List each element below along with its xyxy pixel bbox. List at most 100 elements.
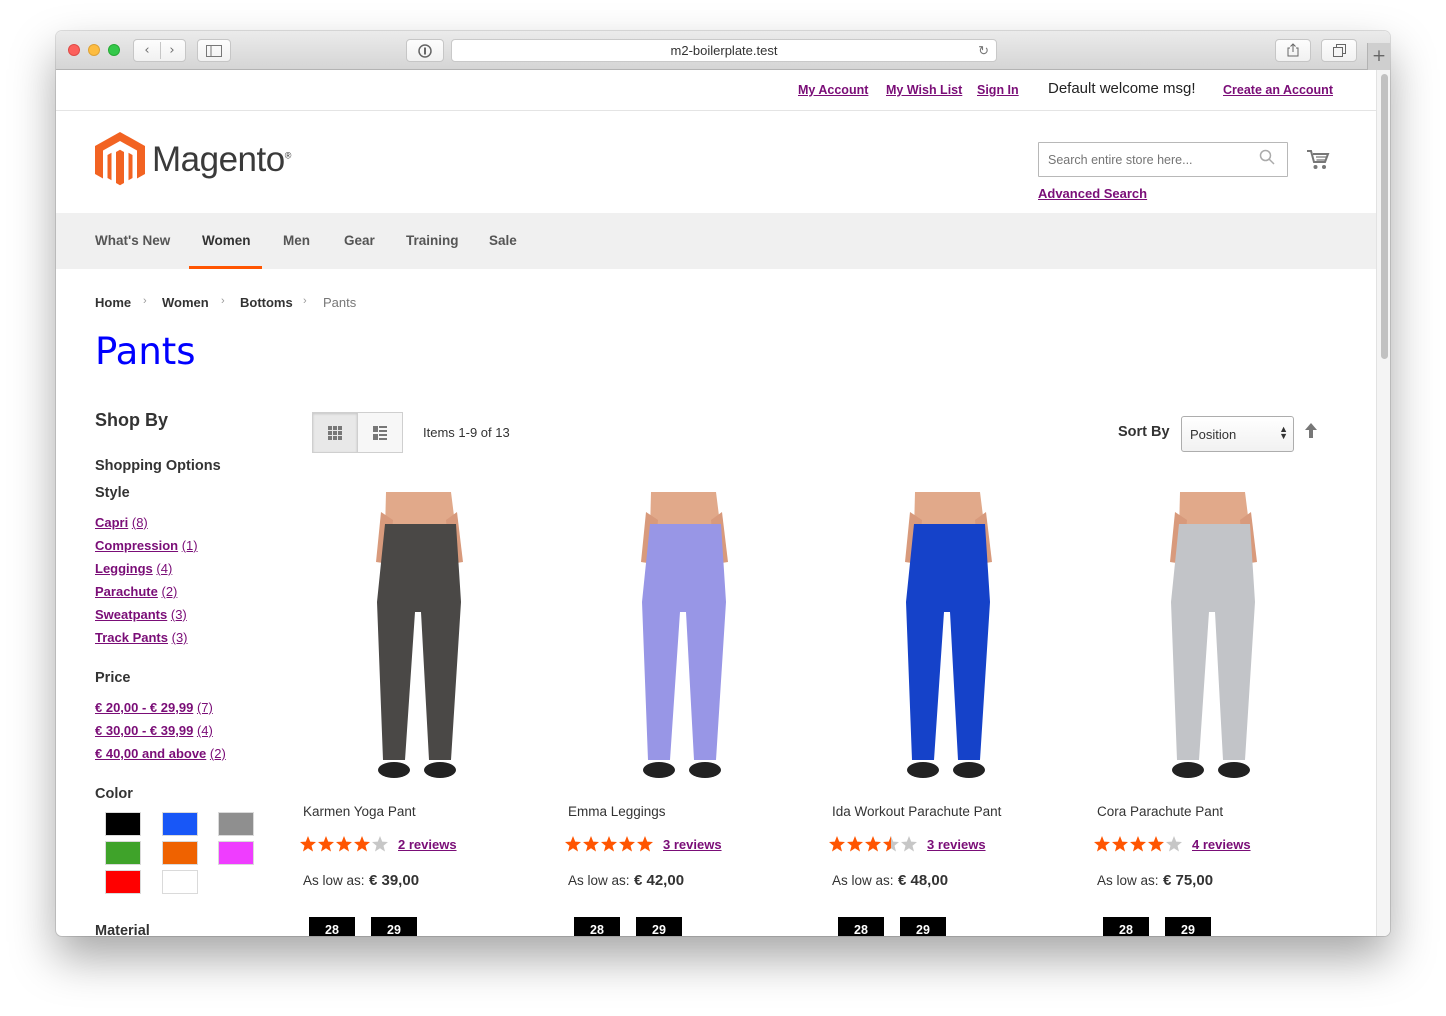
- select-arrows-icon: ▲ ▼: [1279, 424, 1288, 441]
- my-wish-list-link[interactable]: My Wish List: [886, 83, 962, 97]
- nav-training[interactable]: Training: [406, 233, 459, 248]
- advanced-search-link[interactable]: Advanced Search: [1038, 186, 1147, 201]
- chevron-right-icon: ›: [221, 295, 225, 307]
- store-logo[interactable]: Magento®: [95, 132, 295, 190]
- shopping-options-heading: Shopping Options: [95, 458, 221, 474]
- page-viewport: My Account My Wish List Sign In Default …: [56, 70, 1390, 936]
- breadcrumb-home[interactable]: Home: [95, 295, 131, 310]
- material-filter-heading: Material: [95, 923, 150, 936]
- filter-price-40-above[interactable]: € 40,00 and above (2): [95, 746, 226, 761]
- sidebar-toggle-button[interactable]: [197, 39, 231, 62]
- size-swatch-29[interactable]: 29: [900, 917, 946, 936]
- nav-whats-new[interactable]: What's New: [95, 233, 170, 248]
- size-swatch-28[interactable]: 28: [309, 917, 355, 936]
- cart-icon[interactable]: [1306, 148, 1330, 172]
- product-name[interactable]: Emma Leggings: [568, 804, 666, 819]
- search-icon[interactable]: [1259, 149, 1275, 165]
- color-swatch-gray[interactable]: [218, 812, 254, 836]
- product-price: As low as: € 39,00: [303, 872, 419, 890]
- product-reviews-link[interactable]: 3 reviews: [927, 837, 986, 852]
- size-swatch-29[interactable]: 29: [636, 917, 682, 936]
- style-filter-heading: Style: [95, 485, 130, 501]
- size-swatch-29[interactable]: 29: [1165, 917, 1211, 936]
- back-button[interactable]: ‹: [135, 40, 160, 61]
- sort-by-label: Sort By: [1118, 424, 1170, 440]
- product-image[interactable]: [1095, 492, 1327, 790]
- address-bar[interactable]: m2-boilerplate.test ↻: [451, 39, 997, 62]
- nav-women[interactable]: Women: [202, 233, 251, 248]
- reload-icon[interactable]: ↻: [978, 40, 989, 61]
- sort-direction-arrow-icon[interactable]: [1304, 422, 1318, 440]
- main-navigation: What's New Women Men Gear Training Sale: [56, 213, 1376, 269]
- scrollbar-thumb[interactable]: [1381, 74, 1388, 359]
- size-swatch-29[interactable]: 29: [371, 917, 417, 936]
- product-image[interactable]: [830, 492, 1062, 790]
- color-swatch-orange[interactable]: [162, 841, 198, 865]
- grid-view-button[interactable]: [312, 412, 358, 453]
- color-swatch-purple[interactable]: [218, 841, 254, 865]
- filter-style-capri[interactable]: Capri (8): [95, 515, 148, 530]
- search-input[interactable]: [1039, 143, 1254, 176]
- color-swatch-white[interactable]: [162, 870, 198, 894]
- size-swatch-28[interactable]: 28: [1103, 917, 1149, 936]
- color-swatch-black[interactable]: [105, 812, 141, 836]
- product-name[interactable]: Cora Parachute Pant: [1097, 804, 1223, 819]
- sign-in-link[interactable]: Sign In: [977, 83, 1019, 97]
- product-name[interactable]: Karmen Yoga Pant: [303, 804, 416, 819]
- price-label: As low as:: [303, 873, 365, 888]
- product-reviews-link[interactable]: 4 reviews: [1192, 837, 1251, 852]
- product-name[interactable]: Ida Workout Parachute Pant: [832, 804, 1001, 819]
- my-account-link[interactable]: My Account: [798, 83, 868, 97]
- list-icon: [373, 426, 387, 440]
- new-tab-button[interactable]: +: [1367, 43, 1390, 70]
- product-image[interactable]: [301, 492, 533, 790]
- filter-style-track-pants[interactable]: Track Pants (3): [95, 630, 188, 645]
- breadcrumb-pants: Pants: [323, 295, 357, 310]
- nav-sale[interactable]: Sale: [489, 233, 517, 248]
- product-reviews-link[interactable]: 3 reviews: [663, 837, 722, 852]
- show-tabs-button[interactable]: [1321, 39, 1357, 62]
- sort-by-select[interactable]: Position ▲ ▼: [1181, 416, 1294, 452]
- filter-style-parachute[interactable]: Parachute (2): [95, 584, 177, 599]
- rating-stars-icon: [829, 836, 917, 852]
- create-account-link[interactable]: Create an Account: [1223, 83, 1333, 97]
- filter-style-sweatpants[interactable]: Sweatpants (3): [95, 607, 187, 622]
- breadcrumb-bottoms[interactable]: Bottoms: [240, 295, 293, 310]
- rating-stars-icon: [300, 836, 388, 852]
- product-image[interactable]: [566, 492, 798, 790]
- color-swatch-blue[interactable]: [162, 812, 198, 836]
- tabs-icon: [1332, 44, 1346, 57]
- rating-stars-icon: [565, 836, 653, 852]
- forward-button[interactable]: ›: [160, 40, 185, 61]
- color-swatch-red[interactable]: [105, 870, 141, 894]
- filter-style-compression[interactable]: Compression (1): [95, 538, 198, 553]
- nav-gear[interactable]: Gear: [344, 233, 375, 248]
- close-window-button[interactable]: [68, 44, 80, 56]
- info-icon: [418, 44, 432, 58]
- minimize-window-button[interactable]: [88, 44, 100, 56]
- price-label: As low as:: [568, 873, 630, 888]
- share-button[interactable]: [1275, 39, 1311, 62]
- page-scrollbar[interactable]: [1376, 70, 1390, 936]
- sidebar-icon: [206, 45, 222, 57]
- history-nav: ‹ ›: [133, 39, 186, 62]
- size-swatch-28[interactable]: 28: [574, 917, 620, 936]
- rating-stars-icon: [1094, 836, 1182, 852]
- privacy-report-button[interactable]: [406, 39, 444, 62]
- product-reviews-link[interactable]: 2 reviews: [398, 837, 457, 852]
- breadcrumb-women[interactable]: Women: [162, 295, 209, 310]
- color-swatch-green[interactable]: [105, 841, 141, 865]
- filter-price-30-40[interactable]: € 30,00 - € 39,99 (4): [95, 723, 213, 738]
- product-price: As low as: € 42,00: [568, 872, 684, 890]
- filter-style-leggings[interactable]: Leggings (4): [95, 561, 172, 576]
- filter-price-20-30[interactable]: € 20,00 - € 29,99 (7): [95, 700, 213, 715]
- header-panel: My Account My Wish List Sign In Default …: [56, 70, 1376, 111]
- price-label: As low as:: [1097, 873, 1159, 888]
- size-swatch-28[interactable]: 28: [838, 917, 884, 936]
- list-view-button[interactable]: [357, 412, 403, 453]
- zoom-window-button[interactable]: [108, 44, 120, 56]
- product-price: As low as: € 48,00: [832, 872, 948, 890]
- price-label: As low as:: [832, 873, 894, 888]
- shop-by-heading: Shop By: [95, 410, 169, 430]
- nav-men[interactable]: Men: [283, 233, 310, 248]
